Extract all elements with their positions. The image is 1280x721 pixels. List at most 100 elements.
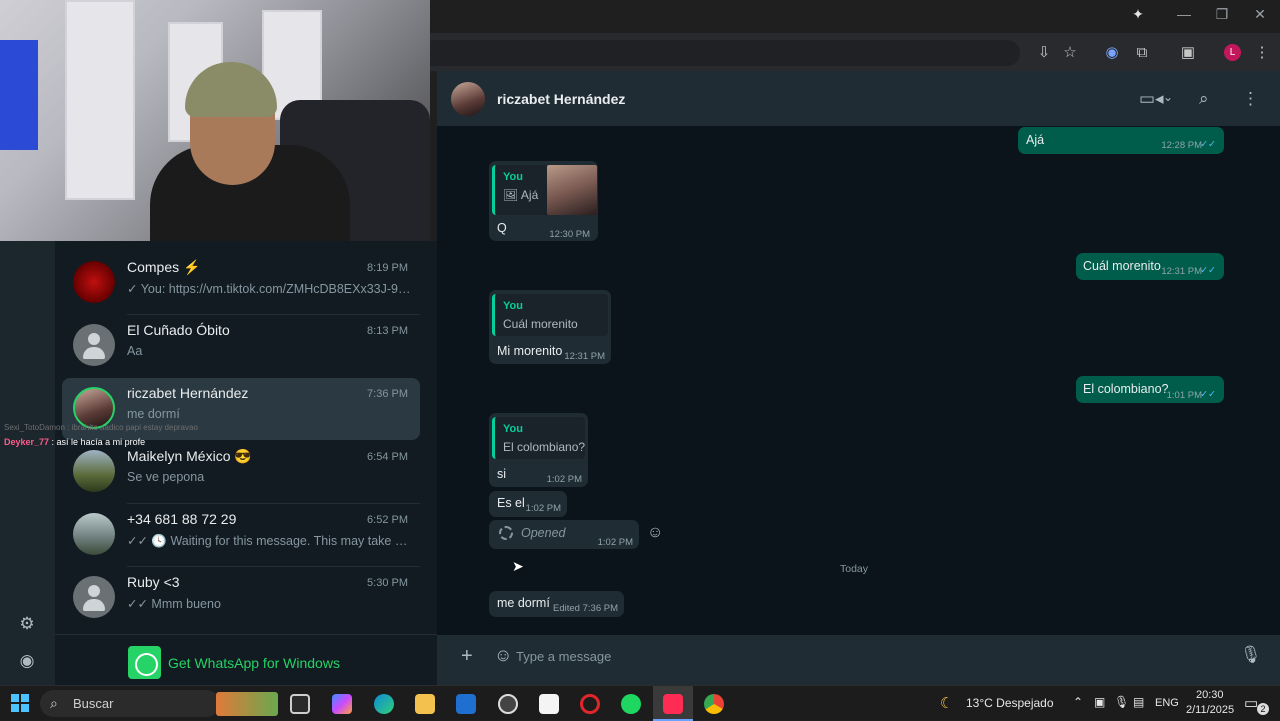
search-highlight-image (216, 692, 278, 716)
bookmark-star-icon[interactable]: ☆ (1060, 44, 1080, 62)
quote-author: You (503, 300, 523, 312)
store-icon[interactable] (539, 694, 559, 714)
chat-name: +34 681 88 72 29 (127, 511, 237, 527)
clock-time[interactable]: 20:30 (1196, 689, 1224, 701)
search-label: Buscar (73, 696, 114, 711)
message-time: 1:02 PM (546, 474, 582, 485)
get-whatsapp-windows-link[interactable]: Get WhatsApp for Windows (128, 646, 408, 679)
tray-app-icon[interactable]: ▣ (1094, 695, 1105, 709)
chat-preview: ✓✓ Mmm bueno (127, 597, 221, 611)
search-icon[interactable]: ⌕ (1199, 89, 1209, 109)
video-call-icon[interactable]: ▭◂ (1139, 89, 1164, 109)
chat-preview: ✓ You: https://vm.tiktok.com/ZMHcDB8EXx3… (127, 282, 412, 296)
contact-avatar[interactable] (451, 82, 485, 116)
message-time: 1:02 PM (597, 537, 633, 548)
emoji-react-icon[interactable]: ☺ (647, 524, 663, 542)
chat-time: 8:13 PM (367, 325, 408, 337)
default-avatar-icon (73, 576, 115, 618)
extensions-puzzle-icon[interactable]: ⧉ (1132, 44, 1152, 62)
spotify-icon[interactable] (621, 694, 641, 714)
chat-time: 6:52 PM (367, 514, 408, 526)
sticker-icon[interactable]: ☺ (494, 645, 512, 666)
chevron-down-icon[interactable]: ⌄ (1163, 90, 1173, 104)
quoted-message[interactable]: You 🖼 Ajá (492, 165, 597, 215)
message-incoming[interactable]: You Cuál morenito Mi morenito 12:31 PM (489, 290, 611, 364)
attach-plus-icon[interactable]: + (461, 645, 473, 668)
chat-preview: me dormí (127, 407, 180, 421)
message-time: 12:31 PM (564, 351, 605, 362)
tiktok-icon[interactable] (663, 694, 683, 714)
edge-icon[interactable] (374, 694, 394, 714)
quoted-message[interactable]: You Cuál morenito (492, 294, 608, 336)
moon-weather-icon: ☾ (940, 695, 954, 712)
chat-name: Compes ⚡ (127, 259, 201, 275)
copilot-icon[interactable] (332, 694, 352, 714)
chrome-icon[interactable] (704, 694, 724, 714)
tray-chevron-up-icon[interactable]: ⌃ (1073, 695, 1083, 709)
close-window-button[interactable]: ✕ (1250, 6, 1270, 23)
browser-menu-icon[interactable]: ⋮ (1252, 44, 1272, 62)
message-incoming[interactable]: me dormí Edited 7:36 PM (489, 591, 624, 617)
webcam-video (0, 0, 430, 241)
outlook-icon[interactable] (456, 694, 476, 714)
weather-label[interactable]: 13°C Despejado (966, 696, 1054, 710)
chat-item-el-cunado[interactable]: El Cuñado Óbito 8:13 PM Aa (62, 315, 420, 377)
message-input[interactable] (516, 644, 1216, 668)
quote-text: Cuál morenito (503, 317, 578, 331)
message-outgoing[interactable]: Cuál morenito 12:31 PM ✓✓ (1076, 253, 1224, 280)
extension-icon[interactable]: ◉ (1102, 44, 1122, 62)
mouse-cursor-icon: ➤ (512, 558, 524, 574)
message-view-once[interactable]: Opened 1:02 PM (489, 520, 639, 549)
divider (55, 634, 437, 635)
message-incoming[interactable]: You El colombiano? si 1:02 PM (489, 413, 588, 487)
message-text: Mi morenito (497, 344, 563, 358)
avatar (73, 450, 115, 492)
sparkle-icon[interactable]: ✦ (1128, 6, 1148, 23)
chat-name: riczabet Hernández (127, 385, 249, 401)
chat-item-compes[interactable]: Compes ⚡ 8:19 PM ✓ You: https://vm.tikto… (62, 252, 420, 314)
view-once-icon (499, 526, 513, 540)
profile-avatar[interactable]: L (1224, 44, 1241, 61)
read-ticks-icon: ✓✓ (1200, 139, 1216, 150)
maximize-button[interactable]: ❐ (1212, 6, 1232, 23)
stream-chat-line: Sexi_TotoDamon : ibrahito aadico papi es… (4, 423, 198, 432)
message-time: 1:01 PM (1166, 390, 1202, 401)
chat-item-phone-number[interactable]: +34 681 88 72 29 6:52 PM ✓✓ 🕓 Waiting fo… (62, 504, 420, 566)
message-time: 12:31 PM (1161, 266, 1202, 277)
language-indicator[interactable]: ENG (1155, 697, 1179, 709)
obs-icon[interactable] (498, 694, 518, 714)
taskbar-search[interactable]: ⌕ Buscar (40, 690, 278, 717)
read-ticks-icon: ✓✓ (1200, 389, 1216, 400)
date-divider: Today (839, 563, 869, 575)
notification-count-badge: 2 (1257, 703, 1269, 715)
message-incoming[interactable]: You 🖼 Ajá Q 12:30 PM (489, 161, 598, 241)
install-app-icon[interactable]: ⇩ (1034, 44, 1054, 62)
settings-icon[interactable]: ⚙ (17, 614, 37, 634)
browser-titlebar: ✦ — ❐ ✕ (430, 0, 1280, 33)
chat-item-ruby[interactable]: Ruby <3 5:30 PM ✓✓ Mmm bueno (62, 567, 420, 629)
contact-name[interactable]: riczabet Hernández (497, 91, 625, 107)
clock-date[interactable]: 2/11/2025 (1186, 704, 1234, 716)
side-panel-icon[interactable]: ▣ (1178, 44, 1198, 62)
file-explorer-icon[interactable] (415, 694, 435, 714)
message-incoming[interactable]: Es el 1:02 PM (489, 491, 567, 517)
chat-preview: Se ve pepona (127, 470, 205, 484)
minimize-button[interactable]: — (1174, 6, 1194, 22)
tray-microphone-icon[interactable]: 🎙 (1114, 695, 1129, 709)
chat-time: 8:19 PM (367, 262, 408, 274)
profile-icon[interactable]: ◉ (17, 651, 37, 671)
menu-icon[interactable]: ⋮ (1242, 89, 1259, 109)
microphone-icon[interactable]: 🎙 (1240, 645, 1262, 665)
left-rail: ⚙ ◉ (0, 241, 55, 685)
chat-item-maikelyn[interactable]: Maikelyn México 😎 6:54 PM Se ve pepona (62, 441, 420, 503)
task-view-icon[interactable] (290, 694, 310, 714)
opera-icon[interactable] (580, 694, 600, 714)
message-outgoing[interactable]: Ajá 12:28 PM ✓✓ (1018, 127, 1224, 154)
stream-chat-user: Deyker_77 (4, 437, 50, 447)
address-bar[interactable] (430, 40, 1020, 66)
read-ticks-icon: ✓✓ (1200, 265, 1216, 276)
message-outgoing[interactable]: El colombiano? 1:01 PM ✓✓ (1076, 376, 1224, 403)
quoted-message[interactable]: You El colombiano? (492, 417, 585, 459)
tray-network-icon[interactable]: ▤ (1133, 695, 1144, 709)
windows-start-icon[interactable] (11, 694, 29, 712)
